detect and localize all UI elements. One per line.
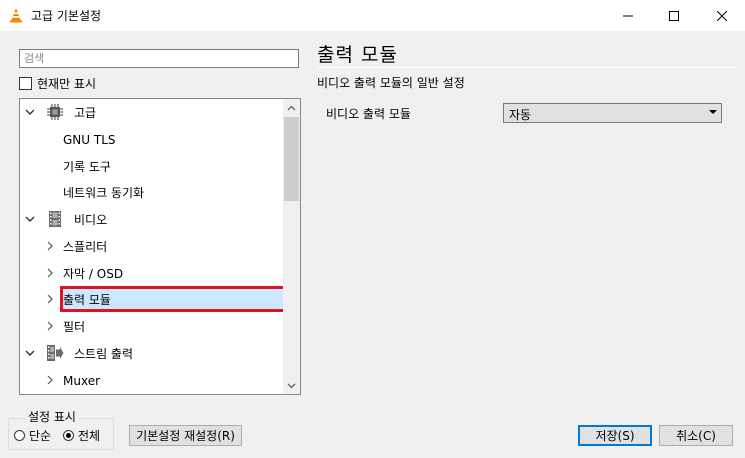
- window-title: 고급 기본설정: [31, 9, 102, 23]
- tree-scrollbar[interactable]: [283, 99, 300, 394]
- radio-simple-label: 단순: [29, 428, 52, 443]
- close-button[interactable]: [699, 0, 745, 31]
- scroll-up-button[interactable]: [283, 99, 300, 116]
- tree-item-muxer[interactable]: Muxer: [20, 367, 285, 394]
- reset-preferences-button[interactable]: 기본설정 재설정(R): [129, 425, 242, 446]
- vlc-cone-icon: [10, 8, 22, 23]
- radio-all-label: 전체: [78, 428, 101, 443]
- maximize-button[interactable]: [651, 0, 697, 31]
- panel-title: 출력 모듈: [317, 44, 398, 66]
- search-input[interactable]: [20, 50, 298, 67]
- scroll-thumb[interactable]: [284, 117, 299, 201]
- title-bar: 고급 기본설정: [0, 0, 745, 31]
- tree-item-label: 네트워크 동기화: [63, 186, 145, 200]
- chevron-right-icon[interactable]: [45, 241, 55, 251]
- chevron-down-icon[interactable]: [25, 107, 35, 117]
- chevron-right-icon[interactable]: [45, 321, 55, 331]
- radio-simple-button[interactable]: [14, 429, 25, 441]
- tree-item-output-modules[interactable]: 출력 모듈: [20, 286, 285, 313]
- show-settings-title: 설정 표시: [25, 408, 79, 425]
- chevron-up-icon: [287, 105, 296, 110]
- tree-item-label: 비디오: [74, 213, 108, 227]
- tree-item-gnu-tls[interactable]: GNU TLS: [20, 126, 285, 153]
- tree-item-label: Muxer: [63, 373, 101, 388]
- tree-item-label: 자막 / OSD: [63, 267, 124, 281]
- tree-item-label: 기록 도구: [63, 160, 111, 174]
- stream-output-icon: [47, 345, 64, 361]
- settings-tree[interactable]: 고급 GNU TLS 기록 도구 네트워크 동기화 비디오 스플리터 자막 / …: [19, 98, 301, 395]
- tree-item-logger[interactable]: 기록 도구: [20, 153, 285, 180]
- panel-divider: [317, 67, 737, 68]
- tree-item-label: 스플리터: [63, 240, 108, 254]
- radio-simple[interactable]: 단순: [14, 427, 51, 443]
- chevron-right-icon[interactable]: [45, 375, 55, 385]
- scroll-down-button[interactable]: [283, 377, 300, 394]
- chevron-down-icon[interactable]: [25, 348, 35, 358]
- current-only-label: 현재만 표시: [37, 76, 97, 91]
- panel-subtitle: 비디오 출력 모듈의 일반 설정: [317, 76, 465, 90]
- save-button[interactable]: 저장(S): [578, 425, 652, 446]
- dropdown-arrow-icon: [709, 110, 717, 114]
- select-value: 자동: [509, 108, 532, 122]
- tree-item-label: 스트림 출력: [74, 347, 134, 361]
- tree-item-label: GNU TLS: [63, 132, 116, 147]
- current-only-checkbox-row[interactable]: 현재만 표시: [19, 75, 96, 91]
- tree-item-label: 고급: [74, 106, 97, 120]
- tree-item-label: 출력 모듈: [63, 293, 111, 307]
- close-icon: [717, 10, 727, 21]
- tree-item-splitter[interactable]: 스플리터: [20, 233, 285, 260]
- tree-item-subtitles-osd[interactable]: 자막 / OSD: [20, 260, 285, 287]
- chevron-right-icon[interactable]: [45, 294, 55, 304]
- chevron-down-icon: [287, 383, 296, 388]
- tree-item-stream-output[interactable]: 스트림 출력: [20, 340, 285, 367]
- tree-item-video[interactable]: 비디오: [20, 206, 285, 233]
- radio-all[interactable]: 전체: [63, 427, 100, 443]
- preferences-window: 고급 기본설정 현재만 표시: [0, 0, 745, 458]
- cancel-button[interactable]: 취소(C): [659, 425, 733, 446]
- chevron-right-icon[interactable]: [45, 268, 55, 278]
- film-strip-icon: [49, 211, 61, 227]
- search-field[interactable]: [19, 49, 299, 68]
- minimize-button[interactable]: [605, 0, 651, 31]
- minimize-icon: [623, 15, 633, 16]
- maximize-icon: [669, 10, 679, 21]
- radio-all-button[interactable]: [63, 429, 74, 441]
- tree-item-network-sync[interactable]: 네트워크 동기화: [20, 179, 285, 206]
- tree-item-filters[interactable]: 필터: [20, 313, 285, 340]
- current-only-checkbox[interactable]: [19, 76, 32, 90]
- chevron-down-icon[interactable]: [25, 214, 35, 224]
- tree-item-label: 필터: [63, 320, 86, 334]
- video-output-module-label: 비디오 출력 모듈: [326, 107, 411, 121]
- cpu-chip-icon: [47, 104, 63, 120]
- video-output-module-select[interactable]: 자동: [503, 103, 722, 123]
- tree-item-advanced[interactable]: 고급: [20, 99, 285, 126]
